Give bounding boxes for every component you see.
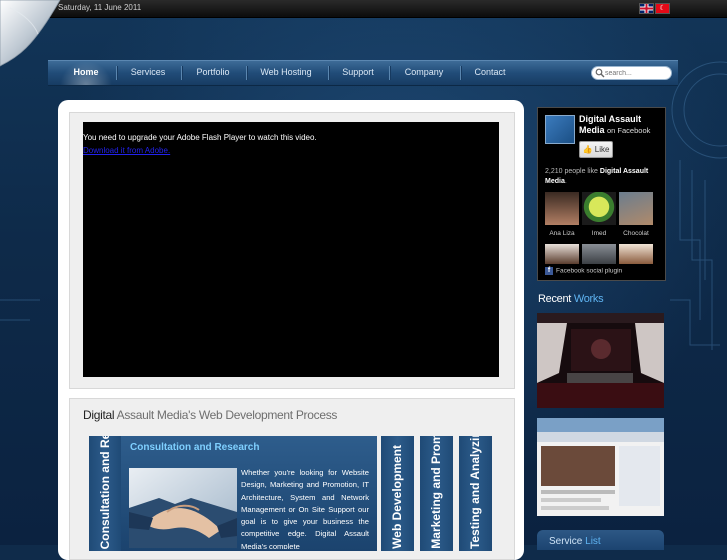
top-bar: Saturday, 11 June 2011 ☾ [0,0,727,18]
fan-avatar[interactable] [619,192,653,225]
page-curl-icon[interactable] [0,0,62,68]
current-date: Saturday, 11 June 2011 [58,3,142,12]
nav-contact[interactable]: Contact [464,61,516,85]
recent-title-strong: Recent [538,293,572,305]
like-count-text: 2,210 people like [545,168,598,175]
process-strip-web-development[interactable]: Web Development [381,436,414,551]
nav-services[interactable]: Services [120,61,176,85]
video-player[interactable]: You need to upgrade your Adobe Flash Pla… [83,122,499,377]
facebook-like-count: 2,210 people like Digital Assault Media. [545,168,649,185]
facebook-icon: f [545,267,553,275]
process-strip-consultation[interactable]: Consultation and Research [89,436,121,551]
process-strip-testing[interactable]: Testing and Analyzing [459,436,492,551]
process-step-title: Consultation and Research [130,442,260,453]
process-title-rest: Assault Media's Web Development Process [114,408,338,422]
fan-avatar[interactable] [582,192,616,225]
fan-name[interactable]: Chocolat [616,230,656,237]
facebook-plugin-footer[interactable]: f Facebook social plugin [545,267,622,275]
fan-name[interactable]: Imed [579,230,619,237]
nav-divider [389,66,390,80]
service-title-rest: List [582,536,601,547]
recent-work-thumbnail[interactable] [537,418,664,516]
recent-title-rest: Works [571,293,604,305]
turkish-flag-icon[interactable]: ☾ [655,3,670,14]
page-logo-icon[interactable] [545,115,575,144]
search-input[interactable] [605,67,667,79]
facebook-on-label: on Facebook [607,126,651,135]
nav-divider [116,66,117,80]
fan-avatar[interactable] [619,244,653,264]
nav-home[interactable]: Home [60,61,112,85]
recent-work-image [537,418,664,516]
process-strip-label: Consultation and Research [98,436,112,549]
nav-portfolio[interactable]: Portfolio [185,61,241,85]
process-strip-label: Marketing and Promotion [429,436,443,549]
service-list-title: Service List [549,536,601,547]
process-strip-label: Testing and Analyzing [468,436,482,549]
nav-divider [246,66,247,80]
main-nav: Home Services Portfolio Web Hosting Supp… [48,60,678,86]
search-box [591,66,672,80]
process-description: Whether you're looking for Website Desig… [241,468,369,549]
process-title: Digital Assault Media's Web Development … [83,408,337,422]
nav-web-hosting[interactable]: Web Hosting [250,61,322,85]
flash-upgrade-message: You need to upgrade your Adobe Flash Pla… [83,133,317,142]
english-flag-icon[interactable] [639,3,654,14]
facebook-like-button[interactable]: 👍 Like [579,141,613,158]
process-strip-label: Web Development [390,445,404,549]
handshake-image [129,468,237,548]
nav-divider [181,66,182,80]
fan-avatar[interactable] [545,244,579,264]
nav-divider [460,66,461,80]
fan-avatar[interactable] [545,192,579,225]
fan-avatar[interactable] [582,244,616,264]
process-title-strong: Digital [83,408,115,422]
recent-works-title: Recent Works [538,293,604,305]
plugin-label: Facebook social plugin [556,267,623,275]
flash-download-link[interactable]: Download it from Adobe. [83,146,170,155]
like-label: Like [594,145,610,154]
service-list-box: Service List [537,530,664,550]
nav-support[interactable]: Support [332,61,384,85]
recent-work-thumbnail[interactable] [537,313,664,408]
nav-company[interactable]: Company [393,61,455,85]
search-icon[interactable] [595,68,605,78]
nav-divider [328,66,329,80]
recent-work-image [537,313,664,408]
fan-name[interactable]: Ana Liza [542,230,582,237]
process-strip-marketing[interactable]: Marketing and Promotion [420,436,453,551]
service-title-strong: Service [549,536,583,547]
